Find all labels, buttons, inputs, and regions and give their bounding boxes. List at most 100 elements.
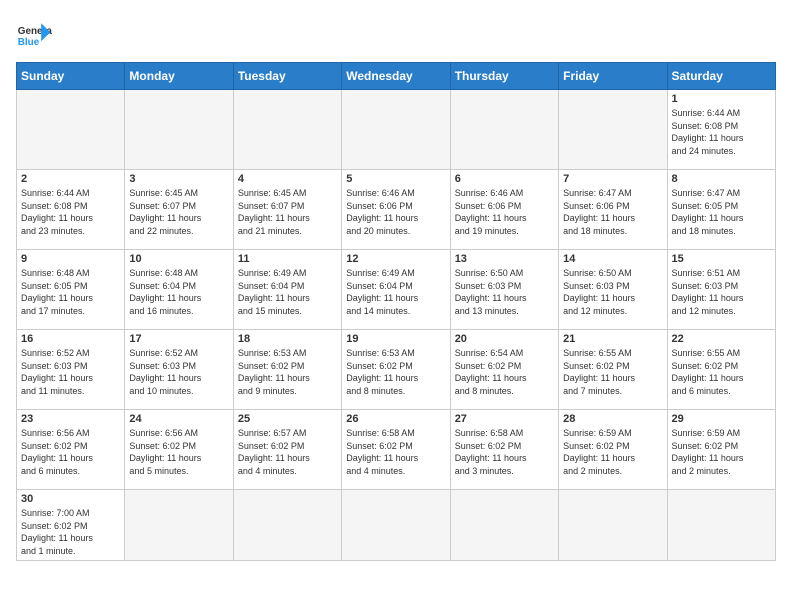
day-number: 29	[672, 413, 771, 425]
calendar-day-cell: 19 Sunrise: 6:53 AM Sunset: 6:02 PM Dayli…	[342, 330, 450, 410]
day-number: 3	[129, 173, 228, 185]
calendar-day-cell: 21 Sunrise: 6:55 AM Sunset: 6:02 PM Dayli…	[559, 330, 667, 410]
day-info: Sunrise: 6:50 AM Sunset: 6:03 PM Dayligh…	[455, 267, 554, 317]
day-info: Sunrise: 6:48 AM Sunset: 6:04 PM Dayligh…	[129, 267, 228, 317]
day-number: 4	[238, 173, 337, 185]
day-info: Sunrise: 6:55 AM Sunset: 6:02 PM Dayligh…	[672, 347, 771, 397]
day-info: Sunrise: 6:52 AM Sunset: 6:03 PM Dayligh…	[129, 347, 228, 397]
day-number: 17	[129, 333, 228, 345]
day-info: Sunrise: 6:44 AM Sunset: 6:08 PM Dayligh…	[21, 187, 120, 237]
calendar-day-cell: 2 Sunrise: 6:44 AM Sunset: 6:08 PM Daylig…	[17, 170, 125, 250]
weekday-header: Saturday	[667, 63, 775, 90]
day-info: Sunrise: 6:59 AM Sunset: 6:02 PM Dayligh…	[563, 427, 662, 477]
svg-text:Blue: Blue	[18, 37, 40, 48]
day-info: Sunrise: 6:49 AM Sunset: 6:04 PM Dayligh…	[238, 267, 337, 317]
calendar-day-cell: 4 Sunrise: 6:45 AM Sunset: 6:07 PM Daylig…	[233, 170, 341, 250]
day-info: Sunrise: 6:48 AM Sunset: 6:05 PM Dayligh…	[21, 267, 120, 317]
day-info: Sunrise: 6:52 AM Sunset: 6:03 PM Dayligh…	[21, 347, 120, 397]
calendar-day-cell: 26 Sunrise: 6:58 AM Sunset: 6:02 PM Dayli…	[342, 410, 450, 490]
page-header: General Blue	[16, 16, 776, 52]
weekday-header: Tuesday	[233, 63, 341, 90]
calendar-day-cell: 29 Sunrise: 6:59 AM Sunset: 6:02 PM Dayli…	[667, 410, 775, 490]
calendar-day-cell	[125, 90, 233, 170]
calendar-day-cell	[559, 90, 667, 170]
calendar-day-cell	[559, 490, 667, 561]
day-number: 15	[672, 253, 771, 265]
weekday-header-row: SundayMondayTuesdayWednesdayThursdayFrid…	[17, 63, 776, 90]
calendar-week-row: 30Sunrise: 7:00 AM Sunset: 6:02 PM Dayli…	[17, 490, 776, 561]
calendar-day-cell: 15 Sunrise: 6:51 AM Sunset: 6:03 PM Dayli…	[667, 250, 775, 330]
day-number: 9	[21, 253, 120, 265]
day-info: Sunrise: 6:58 AM Sunset: 6:02 PM Dayligh…	[455, 427, 554, 477]
calendar-day-cell: 9 Sunrise: 6:48 AM Sunset: 6:05 PM Daylig…	[17, 250, 125, 330]
day-number: 26	[346, 413, 445, 425]
calendar-day-cell	[342, 490, 450, 561]
calendar-day-cell	[233, 90, 341, 170]
calendar-week-row: 1 Sunrise: 6:44 AM Sunset: 6:08 PM Daylig…	[17, 90, 776, 170]
day-number: 10	[129, 253, 228, 265]
weekday-header: Monday	[125, 63, 233, 90]
day-info: Sunrise: 6:59 AM Sunset: 6:02 PM Dayligh…	[672, 427, 771, 477]
weekday-header: Thursday	[450, 63, 558, 90]
day-info: Sunrise: 6:45 AM Sunset: 6:07 PM Dayligh…	[238, 187, 337, 237]
calendar-day-cell: 22 Sunrise: 6:55 AM Sunset: 6:02 PM Dayli…	[667, 330, 775, 410]
calendar-day-cell: 24 Sunrise: 6:56 AM Sunset: 6:02 PM Dayli…	[125, 410, 233, 490]
calendar-day-cell: 16 Sunrise: 6:52 AM Sunset: 6:03 PM Dayli…	[17, 330, 125, 410]
logo-icon: General Blue	[16, 16, 52, 52]
calendar-day-cell: 18Sunrise: 6:53 AM Sunset: 6:02 PM Dayli…	[233, 330, 341, 410]
day-number: 19	[346, 333, 445, 345]
calendar-day-cell	[342, 90, 450, 170]
calendar-day-cell: 5Sunrise: 6:46 AM Sunset: 6:06 PM Daylig…	[342, 170, 450, 250]
day-info: Sunrise: 6:47 AM Sunset: 6:06 PM Dayligh…	[563, 187, 662, 237]
day-info: Sunrise: 6:50 AM Sunset: 6:03 PM Dayligh…	[563, 267, 662, 317]
calendar-week-row: 23 Sunrise: 6:56 AM Sunset: 6:02 PM Dayli…	[17, 410, 776, 490]
day-number: 12	[346, 253, 445, 265]
weekday-header: Sunday	[17, 63, 125, 90]
calendar-day-cell: 1 Sunrise: 6:44 AM Sunset: 6:08 PM Daylig…	[667, 90, 775, 170]
calendar-day-cell	[450, 90, 558, 170]
day-number: 11	[238, 253, 337, 265]
calendar-day-cell: 6Sunrise: 6:46 AM Sunset: 6:06 PM Daylig…	[450, 170, 558, 250]
calendar-day-cell: 20Sunrise: 6:54 AM Sunset: 6:02 PM Dayli…	[450, 330, 558, 410]
day-number: 22	[672, 333, 771, 345]
calendar-day-cell: 10 Sunrise: 6:48 AM Sunset: 6:04 PM Dayli…	[125, 250, 233, 330]
day-info: Sunrise: 6:53 AM Sunset: 6:02 PM Dayligh…	[346, 347, 445, 397]
day-info: Sunrise: 6:45 AM Sunset: 6:07 PM Dayligh…	[129, 187, 228, 237]
day-number: 5	[346, 173, 445, 185]
calendar-day-cell: 7Sunrise: 6:47 AM Sunset: 6:06 PM Daylig…	[559, 170, 667, 250]
calendar-day-cell: 23 Sunrise: 6:56 AM Sunset: 6:02 PM Dayli…	[17, 410, 125, 490]
day-number: 2	[21, 173, 120, 185]
calendar-day-cell	[667, 490, 775, 561]
calendar-day-cell: 17 Sunrise: 6:52 AM Sunset: 6:03 PM Dayli…	[125, 330, 233, 410]
day-number: 24	[129, 413, 228, 425]
calendar-week-row: 9 Sunrise: 6:48 AM Sunset: 6:05 PM Daylig…	[17, 250, 776, 330]
day-info: Sunrise: 6:58 AM Sunset: 6:02 PM Dayligh…	[346, 427, 445, 477]
day-info: Sunrise: 6:54 AM Sunset: 6:02 PM Dayligh…	[455, 347, 554, 397]
calendar-day-cell: 30Sunrise: 7:00 AM Sunset: 6:02 PM Dayli…	[17, 490, 125, 561]
calendar-week-row: 2 Sunrise: 6:44 AM Sunset: 6:08 PM Daylig…	[17, 170, 776, 250]
day-info: Sunrise: 6:44 AM Sunset: 6:08 PM Dayligh…	[672, 107, 771, 157]
weekday-header: Wednesday	[342, 63, 450, 90]
logo: General Blue	[16, 16, 52, 52]
calendar-day-cell: 28Sunrise: 6:59 AM Sunset: 6:02 PM Dayli…	[559, 410, 667, 490]
weekday-header: Friday	[559, 63, 667, 90]
day-info: Sunrise: 6:51 AM Sunset: 6:03 PM Dayligh…	[672, 267, 771, 317]
day-number: 1	[672, 93, 771, 105]
calendar-day-cell: 11 Sunrise: 6:49 AM Sunset: 6:04 PM Dayli…	[233, 250, 341, 330]
day-info: Sunrise: 6:56 AM Sunset: 6:02 PM Dayligh…	[129, 427, 228, 477]
day-info: Sunrise: 6:46 AM Sunset: 6:06 PM Dayligh…	[455, 187, 554, 237]
day-number: 21	[563, 333, 662, 345]
day-number: 14	[563, 253, 662, 265]
day-number: 16	[21, 333, 120, 345]
calendar-day-cell: 12Sunrise: 6:49 AM Sunset: 6:04 PM Dayli…	[342, 250, 450, 330]
day-info: Sunrise: 6:57 AM Sunset: 6:02 PM Dayligh…	[238, 427, 337, 477]
day-number: 18	[238, 333, 337, 345]
day-number: 27	[455, 413, 554, 425]
day-info: Sunrise: 6:56 AM Sunset: 6:02 PM Dayligh…	[21, 427, 120, 477]
calendar-day-cell	[233, 490, 341, 561]
day-info: Sunrise: 6:55 AM Sunset: 6:02 PM Dayligh…	[563, 347, 662, 397]
calendar-day-cell	[450, 490, 558, 561]
calendar-day-cell: 3 Sunrise: 6:45 AM Sunset: 6:07 PM Daylig…	[125, 170, 233, 250]
day-number: 23	[21, 413, 120, 425]
day-info: Sunrise: 6:47 AM Sunset: 6:05 PM Dayligh…	[672, 187, 771, 237]
